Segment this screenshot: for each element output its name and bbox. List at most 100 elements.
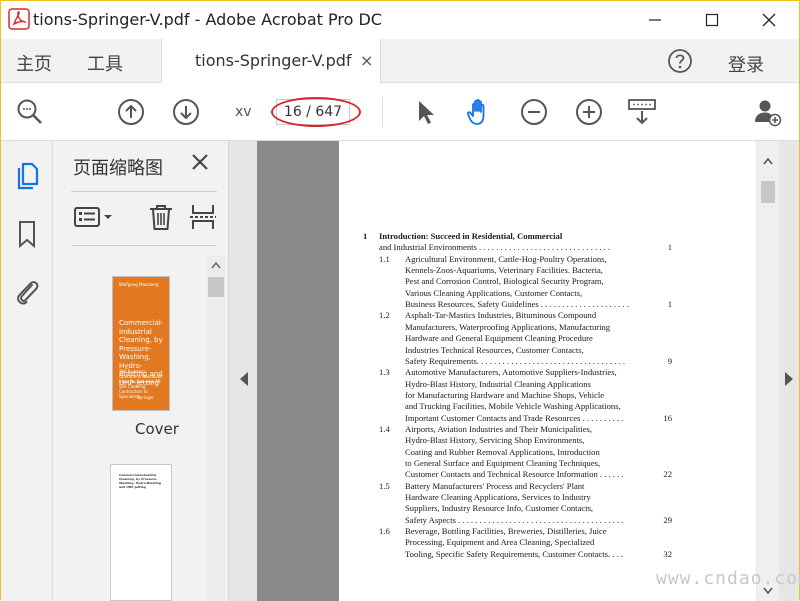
document-tab[interactable]: tions-Springer-V.pdf × <box>161 39 381 83</box>
section-text-line: for Manufacturing Hardware and Machine S… <box>405 389 605 400</box>
page-highlight-annotation <box>271 97 361 127</box>
section-number: 1.4 <box>379 423 390 434</box>
minimize-button[interactable] <box>633 5 677 35</box>
close-panel-icon[interactable] <box>189 151 211 173</box>
zoom-in-icon[interactable] <box>574 97 604 127</box>
section-text-line: Industries Technical Resources, Customer… <box>405 344 584 355</box>
collapse-left-pane-icon[interactable] <box>237 371 251 387</box>
section-text-line: Airports, Aviation Industries and Their … <box>405 423 593 434</box>
zoom-search-icon[interactable] <box>15 97 45 127</box>
menu-bar: 主页 工具 tions-Springer-V.pdf × 登录 <box>1 39 799 83</box>
maximize-button[interactable] <box>690 5 734 35</box>
section-text-line: Hardware and General Equipment Cleaning … <box>405 333 593 344</box>
select-cursor-icon[interactable] <box>411 97 441 127</box>
scroll-up-icon[interactable] <box>211 261 221 269</box>
section-number: 1.1 <box>379 253 390 264</box>
menu-tools[interactable]: 工具 <box>87 50 123 76</box>
section-text-line: Tooling, Specific Safety Requirements, C… <box>405 548 624 559</box>
extract-pages-icon[interactable] <box>189 203 217 231</box>
section-text-line: Safety Requirements. . . . . . . . . . .… <box>405 355 626 366</box>
maximize-icon <box>705 13 719 27</box>
section-text-line: Manufacturers, Waterproofing Application… <box>405 321 611 332</box>
section-number: 1.3 <box>379 367 390 378</box>
close-icon <box>762 13 776 27</box>
section-page-number: 32 <box>663 548 672 559</box>
chapter-page-number: 1 <box>667 242 672 253</box>
window-title: tions-Springer-V.pdf - Adobe Acrobat Pro… <box>33 10 382 29</box>
cover-thumbnail-caption: Cover <box>135 420 179 438</box>
section-text-line: Coating and Rubber Removal Applications,… <box>405 446 600 457</box>
section-text-line: Important Customer Contacts and Trade Re… <box>405 412 624 423</box>
attachments-icon[interactable] <box>13 276 41 306</box>
section-text-line: Hydro-Blast History, Industrial Cleaning… <box>405 378 591 389</box>
title-bar: tions-Springer-V.pdf - Adobe Acrobat Pro… <box>1 1 799 39</box>
main-toolbar: xv 16 / 647 <box>1 83 799 141</box>
cover-author: Wolfgang Maasberg <box>119 282 159 287</box>
table-of-contents: 1 Introduction: Succeed in Residential, C… <box>339 141 756 601</box>
cover-publisher: Springer <box>137 395 155 400</box>
section-text-line: Automotive Manufacturers, Automotive Sup… <box>405 367 617 378</box>
document-scrollbar[interactable] <box>757 141 779 601</box>
hand-tool-icon[interactable] <box>464 97 494 127</box>
document-viewer: 1 Introduction: Succeed in Residential, C… <box>229 141 799 601</box>
panel-divider <box>71 245 217 246</box>
chapter-number: 1 <box>363 231 368 241</box>
section-text-line: to General Surface and Equipment Cleanin… <box>405 458 601 468</box>
add-user-icon[interactable] <box>752 97 782 127</box>
section-page-number: 9 <box>667 355 672 366</box>
close-window-button[interactable] <box>747 5 791 35</box>
section-text-line: Various Cleaning Applications, Customer … <box>405 287 583 298</box>
bookmarks-icon[interactable] <box>13 219 41 249</box>
section-text-line: Hardware Cleaning Applications, Services… <box>405 492 591 503</box>
section-text-line: Agricultural Environment, Cattle-Hog-Pou… <box>405 253 607 264</box>
options-menu-icon[interactable] <box>73 203 113 231</box>
scroll-up-icon[interactable] <box>763 157 773 165</box>
minimize-icon <box>649 19 661 21</box>
section-text-line: Customer Contacts and Technical Resource… <box>405 469 624 480</box>
pdf-page: 1 Introduction: Succeed in Residential, C… <box>339 141 756 601</box>
section-text-line: Asphalt-Tar-Mastics Industries, Bitumino… <box>405 310 597 321</box>
page-thumbnail-text: Commercial-Industrial Cleaning, by Press… <box>119 473 161 489</box>
delete-page-icon[interactable] <box>147 203 175 231</box>
acrobat-logo-icon <box>8 8 30 30</box>
section-number: 1.6 <box>379 526 390 537</box>
close-tab-icon[interactable]: × <box>360 51 373 70</box>
section-text-line: Beverage, Bottling Facilities, Breweries… <box>405 526 607 537</box>
section-page-number: 22 <box>663 469 672 480</box>
cover-page-thumbnail[interactable]: Wolfgang Maasberg Commercial-Industrial … <box>112 276 170 411</box>
section-text-line: Safety Aspects . . . . . . . . . . . . .… <box>405 514 624 525</box>
navigation-pane <box>1 141 53 601</box>
menu-home[interactable]: 主页 <box>16 50 52 76</box>
login-button[interactable]: 登录 <box>728 51 764 77</box>
scrollbar-thumb[interactable] <box>761 181 775 203</box>
section-number: 1.5 <box>379 480 390 491</box>
keyboard-scroll-icon[interactable] <box>627 97 657 127</box>
next-page-icon[interactable] <box>171 97 201 127</box>
section-number: 1.2 <box>379 310 390 321</box>
thumbnails-panel-title: 页面缩略图 <box>73 158 163 179</box>
thumbnails-panel: 页面缩略图 Wolfgang Maasberg Commercial-Indus… <box>53 141 229 601</box>
watermark-text: www.cndao.com <box>656 568 800 589</box>
zoom-out-icon[interactable] <box>519 97 549 127</box>
page-thumbnails-icon[interactable] <box>13 161 41 191</box>
section-text-line: Pest and Corrosion Control, Biological S… <box>405 276 604 287</box>
page-thumbnail[interactable]: Commercial-Industrial Cleaning, by Press… <box>110 464 172 601</box>
page-label: xv <box>235 104 252 120</box>
chapter-title-continued: and Industrial Environments . . . . . . … <box>379 242 611 253</box>
section-text-line: and Trucking Facilities, Mobile Vehicle … <box>405 401 621 412</box>
section-text-line: Battery Manufacturers' Process and Recyc… <box>405 480 585 491</box>
section-text-line: Kennels-Zoos-Aquariums, Veterinary Facil… <box>405 265 603 276</box>
section-page-number: 16 <box>663 412 672 423</box>
panel-divider <box>71 191 217 192</box>
help-icon[interactable] <box>667 48 693 74</box>
previous-page-icon[interactable] <box>116 97 146 127</box>
scrollbar-thumb[interactable] <box>208 277 224 297</box>
section-text-line: Processing, Equipment and Area Cleaning,… <box>405 537 595 548</box>
page-gutter <box>257 141 339 601</box>
thumbnails-scrollbar[interactable] <box>207 255 225 601</box>
chapter-title: Introduction: Succeed in Residential, Co… <box>379 231 563 241</box>
document-tab-label: tions-Springer-V.pdf <box>195 51 352 70</box>
section-page-number: 29 <box>663 514 672 525</box>
section-text-line: Suppliers, Industry Resource Info, Custo… <box>405 503 594 514</box>
collapse-right-pane-icon[interactable] <box>782 371 796 387</box>
